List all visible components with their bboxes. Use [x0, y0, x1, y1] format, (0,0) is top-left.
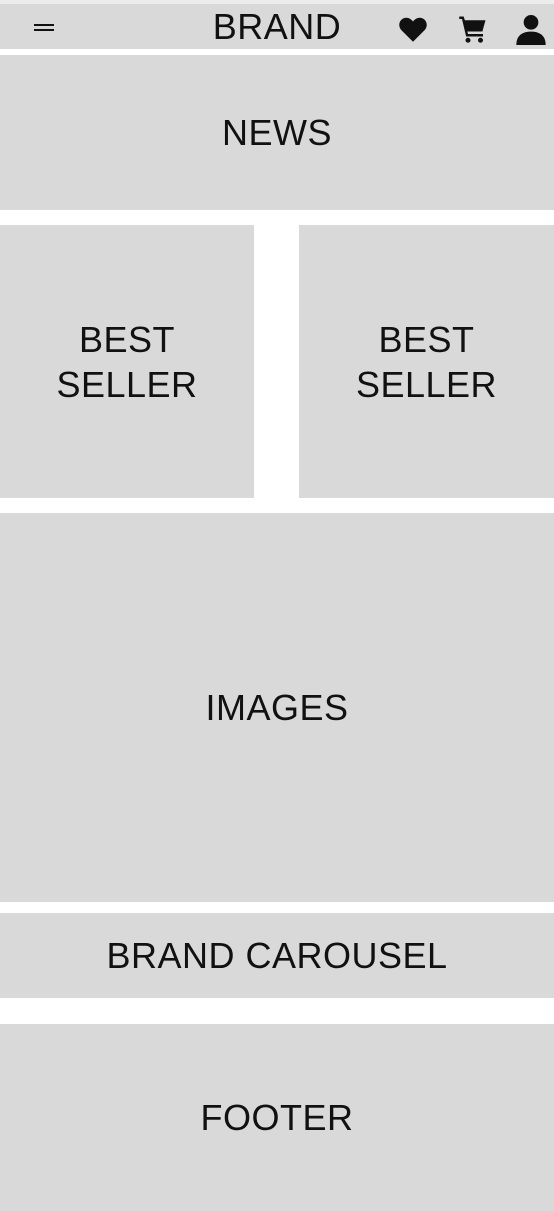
- menu-icon-bar-bottom: [34, 29, 54, 31]
- footer-label: FOOTER: [200, 1097, 354, 1138]
- footer-section: FOOTER: [0, 1024, 554, 1211]
- heart-icon: [398, 16, 428, 43]
- images-section[interactable]: IMAGES: [0, 513, 554, 902]
- brand-carousel-label: BRAND CAROUSEL: [106, 935, 448, 976]
- news-section[interactable]: NEWS: [0, 55, 554, 210]
- cart-button[interactable]: [456, 12, 490, 46]
- news-label: NEWS: [222, 112, 332, 153]
- header-bar: BRAND: [0, 4, 554, 49]
- user-icon: [515, 13, 547, 45]
- best-seller-label-1: BEST SELLER: [56, 318, 198, 405]
- best-seller-label-2: BEST SELLER: [355, 318, 498, 405]
- best-seller-card-1[interactable]: BEST SELLER: [0, 225, 254, 498]
- account-button[interactable]: [514, 12, 548, 46]
- cart-icon: [458, 14, 488, 44]
- images-label: IMAGES: [205, 687, 349, 728]
- best-seller-card-2[interactable]: BEST SELLER: [299, 225, 554, 498]
- brand-carousel-section[interactable]: BRAND CAROUSEL: [0, 913, 554, 998]
- menu-icon-bar-top: [34, 24, 54, 26]
- menu-button[interactable]: [30, 20, 58, 34]
- favorites-button[interactable]: [396, 12, 430, 46]
